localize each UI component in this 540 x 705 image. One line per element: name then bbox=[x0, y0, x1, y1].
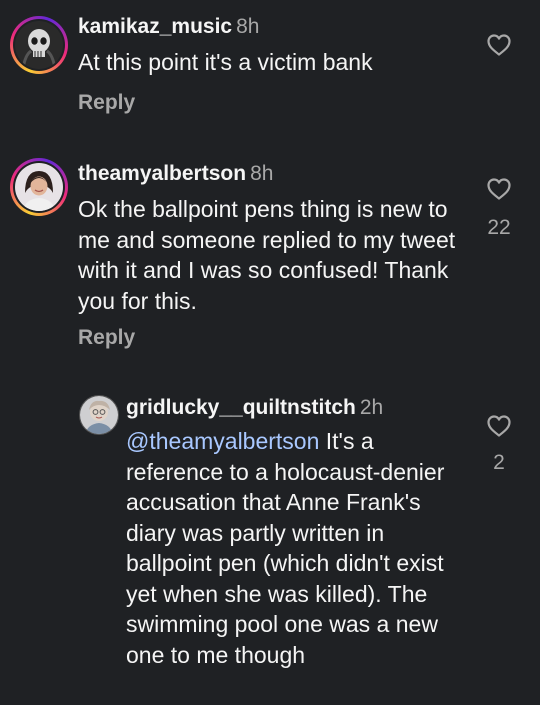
comment-text-body: It's a reference to a holocaust-denier a… bbox=[126, 428, 445, 668]
comment-time: 8h bbox=[250, 162, 274, 185]
person-avatar-icon[interactable] bbox=[79, 395, 119, 435]
comment-time: 2h bbox=[359, 396, 384, 419]
avatar-story-ring[interactable] bbox=[10, 16, 68, 74]
comment-username[interactable]: theamyalbertson bbox=[78, 162, 246, 185]
like-count: 2 bbox=[493, 451, 505, 474]
user-mention-link[interactable]: @theamyalbertson bbox=[126, 428, 319, 454]
heart-icon[interactable] bbox=[486, 177, 512, 201]
avatar-story-ring[interactable] bbox=[10, 158, 68, 216]
reply-button[interactable]: Reply bbox=[78, 91, 135, 115]
comment-time: 8h bbox=[236, 15, 260, 38]
reply-button[interactable]: Reply bbox=[78, 326, 135, 350]
comment-text: @theamyalbertson It's a reference to a h… bbox=[126, 426, 466, 670]
skull-avatar-icon bbox=[15, 21, 63, 69]
like-count: 22 bbox=[487, 216, 511, 239]
comment-text: Ok the ballpoint pens thing is new to me… bbox=[78, 196, 456, 314]
heart-icon[interactable] bbox=[486, 33, 512, 57]
comment-text: At this point it's a victim bank bbox=[78, 49, 373, 75]
woman-avatar-icon bbox=[15, 163, 63, 211]
heart-icon[interactable] bbox=[486, 414, 512, 438]
comment-username[interactable]: kamikaz_music bbox=[78, 15, 232, 38]
comment-username[interactable]: gridlucky__quiltnstitch bbox=[126, 396, 356, 419]
